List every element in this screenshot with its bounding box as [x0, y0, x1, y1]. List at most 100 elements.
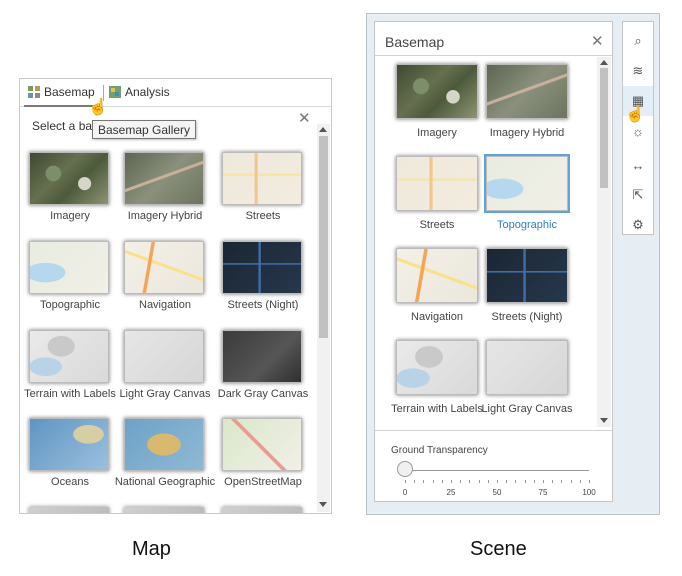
scroll-up-icon[interactable]: [319, 127, 327, 132]
basemap-tile-label: Topographic: [497, 219, 557, 231]
basemap-tile-label: Imagery: [417, 127, 457, 139]
basemap-thumbnail: [29, 330, 109, 383]
slider-tick: [543, 480, 544, 483]
slider-tick: [579, 480, 581, 483]
basemap-tile-light-gray-canvas[interactable]: Light Gray Canvas: [481, 340, 573, 424]
layers-icon[interactable]: ≋: [623, 56, 653, 86]
basemap-tile-streets[interactable]: Streets: [396, 156, 478, 240]
basemap-icon: [28, 86, 40, 98]
basemap-thumbnail: [222, 330, 302, 383]
basemap-tile-label: Imagery Hybrid: [489, 127, 565, 139]
basemap-tile-label: Imagery: [50, 210, 90, 222]
tab-basemap[interactable]: Basemap: [28, 85, 95, 99]
slider-tick: [405, 480, 406, 483]
basemap-tile-streets-night[interactable]: Streets (Night): [222, 241, 304, 321]
basemap-tile-national-geographic[interactable]: National Geographic: [115, 418, 215, 498]
slider-tick: [441, 480, 443, 483]
basemap-tile-label: OpenStreetMap: [224, 476, 302, 488]
slider-tick: [478, 480, 480, 483]
basemap-tile-label: Navigation: [411, 311, 463, 323]
basemap-tile-streets-night[interactable]: Streets (Night): [486, 248, 568, 332]
basemap-tile-terrain-with-labels[interactable]: Terrain with Labels: [391, 340, 483, 424]
basemap-tile-label: Terrain with Labels: [391, 403, 483, 415]
basemap-tile-label: Imagery Hybrid: [127, 210, 203, 222]
slider-tick-label: 75: [538, 488, 548, 497]
scene-toolbar: ⌕ ≋ ▦ ☼ ↔ ⇱ ⚙: [622, 21, 654, 235]
basemap-tile-light-gray-canvas[interactable]: Light Gray Canvas: [119, 330, 211, 410]
scrollbar[interactable]: [317, 124, 330, 512]
basemap-tile-dark-gray-canvas[interactable]: Dark Gray Canvas: [218, 330, 308, 410]
basemap-tile-imagery[interactable]: Imagery: [29, 152, 111, 232]
slider-tick: [561, 480, 563, 483]
basemap-tile-oceans[interactable]: Oceans: [29, 418, 111, 498]
basemap-tile-openstreetmap[interactable]: OpenStreetMap: [222, 418, 304, 498]
tab-analysis[interactable]: Analysis: [109, 85, 170, 99]
scroll-down-icon[interactable]: [319, 502, 327, 507]
basemap-tile-imagery-hybrid[interactable]: Imagery Hybrid: [124, 152, 206, 232]
slider-tick-label: 100: [582, 488, 596, 497]
ground-transparency-label: Ground Transparency: [391, 445, 488, 456]
scene-caption: Scene: [470, 538, 527, 560]
basemap-thumbnail: [396, 340, 478, 395]
scrollbar-thumb[interactable]: [600, 68, 608, 188]
slider-tick-label: 0: [402, 488, 408, 497]
settings-icon[interactable]: ⚙: [623, 210, 653, 240]
basemap-thumbnail: [29, 241, 109, 294]
slider-tick: [570, 480, 572, 483]
basemap-thumbnail: [396, 64, 478, 119]
basemap-thumbnail: [124, 418, 204, 471]
basemap-tile-imagery[interactable]: Imagery: [396, 64, 478, 148]
footer-divider: [375, 430, 612, 431]
ground-transparency-slider-handle[interactable]: [397, 461, 413, 477]
slider-tick: [469, 480, 471, 483]
ground-transparency-slider-track[interactable]: [405, 470, 589, 471]
slider-tick: [524, 480, 526, 483]
basemap-tile-label: Streets: [245, 210, 281, 222]
basemap-tile-label: Oceans: [51, 476, 89, 488]
basemap-thumbnail: [124, 241, 204, 294]
scroll-up-icon[interactable]: [600, 60, 608, 65]
analysis-icon: [109, 86, 121, 98]
slider-tick-label: 25: [446, 488, 456, 497]
basemap-tile-label: Streets (Night): [227, 299, 299, 311]
share-icon[interactable]: ⇱: [623, 180, 653, 210]
close-icon[interactable]: ✕: [298, 111, 311, 126]
slider-tick: [432, 480, 434, 483]
measure-icon[interactable]: ↔: [623, 150, 653, 180]
scene-basemap-panel: Basemap ✕ Imagery Imagery Hybrid Streets To…: [374, 21, 613, 502]
basemap-tile-label: Navigation: [139, 299, 191, 311]
basemap-thumbnail: [396, 156, 478, 211]
scene-view: Basemap ✕ Imagery Imagery Hybrid Streets To…: [366, 13, 660, 515]
panel-title: Basemap: [385, 34, 445, 50]
basemap-tile-imagery-hybrid[interactable]: Imagery Hybrid: [486, 64, 568, 148]
basemap-thumbnail: [124, 152, 204, 205]
basemap-thumbnail: [222, 418, 302, 471]
scroll-down-icon[interactable]: [600, 418, 608, 423]
basemap-thumbnail: [486, 64, 568, 119]
search-icon[interactable]: ⌕: [623, 26, 653, 56]
basemap-thumbnail: [486, 340, 568, 395]
tooltip: Basemap Gallery: [92, 120, 197, 139]
hand-cursor-icon: ☝: [625, 106, 645, 123]
tab-bar: Basemap Analysis: [20, 79, 331, 107]
scrollbar[interactable]: [597, 57, 611, 427]
slider-tick: [515, 480, 517, 483]
basemap-tile-navigation[interactable]: Navigation: [396, 248, 478, 332]
basemap-tile-terrain-with-labels[interactable]: Terrain with Labels: [24, 330, 116, 410]
tab-analysis-label: Analysis: [125, 85, 170, 99]
slider-tick-label: 50: [492, 488, 502, 497]
basemap-tile-topographic[interactable]: Topographic: [29, 241, 111, 321]
scrollbar-thumb[interactable]: [319, 136, 328, 338]
header-divider: [375, 55, 612, 56]
panel-subtitle: Select a bas: [32, 119, 99, 133]
basemap-tile-label: Terrain with Labels: [24, 388, 116, 400]
basemap-tile-navigation[interactable]: Navigation: [124, 241, 206, 321]
basemap-tile-label: Light Gray Canvas: [481, 403, 573, 415]
basemap-tile-streets[interactable]: Streets: [222, 152, 304, 232]
close-icon[interactable]: ✕: [591, 34, 604, 49]
basemap-tile-label: Dark Gray Canvas: [217, 388, 309, 400]
basemap-tile-label: Streets: [419, 219, 455, 231]
map-basemap-panel: Basemap Analysis ☝ Basemap Gallery Selec…: [19, 78, 332, 514]
basemap-tile-topographic[interactable]: Topographic: [486, 156, 568, 240]
basemap-thumbnail: [486, 156, 568, 211]
